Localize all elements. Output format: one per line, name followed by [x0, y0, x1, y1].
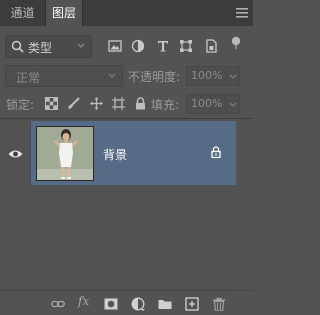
- fill-dropdown-button[interactable]: [226, 94, 240, 114]
- lock-fill-row: 锁定: 填充: 100%: [0, 92, 253, 116]
- opacity-input[interactable]: 100%: [186, 66, 226, 86]
- new-layer-icon[interactable]: [185, 297, 199, 311]
- opacity-label: 不透明度:: [128, 70, 181, 84]
- layer-thumbnail-image: [37, 127, 93, 180]
- lock-move-icon[interactable]: [90, 97, 103, 110]
- chevron-down-icon: [229, 102, 237, 107]
- panel-menu-icon[interactable]: [236, 8, 248, 18]
- lock-label: 锁定:: [6, 98, 35, 112]
- lock-all-icon[interactable]: [134, 97, 147, 110]
- adjustment-filter-icon[interactable]: [131, 39, 145, 53]
- tab-layers[interactable]: 图层: [45, 0, 83, 26]
- filter-kind-select[interactable]: 类型: [5, 35, 92, 58]
- opacity-dropdown-button[interactable]: [226, 66, 240, 86]
- link-layers-icon[interactable]: [51, 297, 65, 311]
- lock-transparent-icon[interactable]: [45, 97, 58, 110]
- tab-channels[interactable]: 通道: [0, 0, 45, 26]
- add-mask-icon[interactable]: [104, 297, 118, 311]
- panel-tab-bar: 通道 图层: [0, 0, 253, 26]
- fill-label: 填充:: [151, 98, 180, 112]
- fx-icon[interactable]: fx: [78, 294, 89, 308]
- eye-icon[interactable]: [8, 149, 23, 159]
- type-filter-icon[interactable]: [156, 39, 170, 53]
- layer-name[interactable]: 背景: [103, 146, 127, 163]
- layers-footer-toolbar: fx: [0, 290, 253, 315]
- lock-artboard-icon[interactable]: [112, 97, 125, 110]
- trash-icon[interactable]: [212, 297, 226, 311]
- lock-paint-icon[interactable]: [67, 97, 80, 110]
- layers-list: 背景: [0, 119, 253, 290]
- scrollbar[interactable]: [236, 119, 253, 290]
- blend-mode-select[interactable]: 正常: [5, 65, 123, 87]
- chevron-down-icon: [229, 74, 237, 79]
- filter-kind-label: 类型: [28, 41, 53, 55]
- smart-object-filter-icon[interactable]: [204, 39, 218, 53]
- layer-thumbnail: [36, 126, 94, 181]
- layer-row[interactable]: 背景: [30, 121, 236, 185]
- adjustment-layer-icon[interactable]: [131, 297, 145, 311]
- search-icon: [11, 40, 24, 53]
- layer-filter-row: 类型: [0, 32, 253, 60]
- chevron-down-icon: [108, 73, 116, 78]
- image-filter-icon[interactable]: [108, 39, 122, 53]
- blend-mode-value: 正常: [16, 71, 41, 85]
- chevron-down-icon: [77, 43, 85, 48]
- lock-icon: [211, 146, 221, 158]
- group-folder-icon[interactable]: [158, 297, 172, 311]
- fill-input[interactable]: 100%: [186, 94, 226, 114]
- blend-opacity-row: 正常 不透明度: 100%: [0, 63, 253, 89]
- visibility-column: [0, 119, 30, 290]
- filter-toggle-dot[interactable]: [229, 36, 243, 50]
- shape-filter-icon[interactable]: [179, 39, 193, 53]
